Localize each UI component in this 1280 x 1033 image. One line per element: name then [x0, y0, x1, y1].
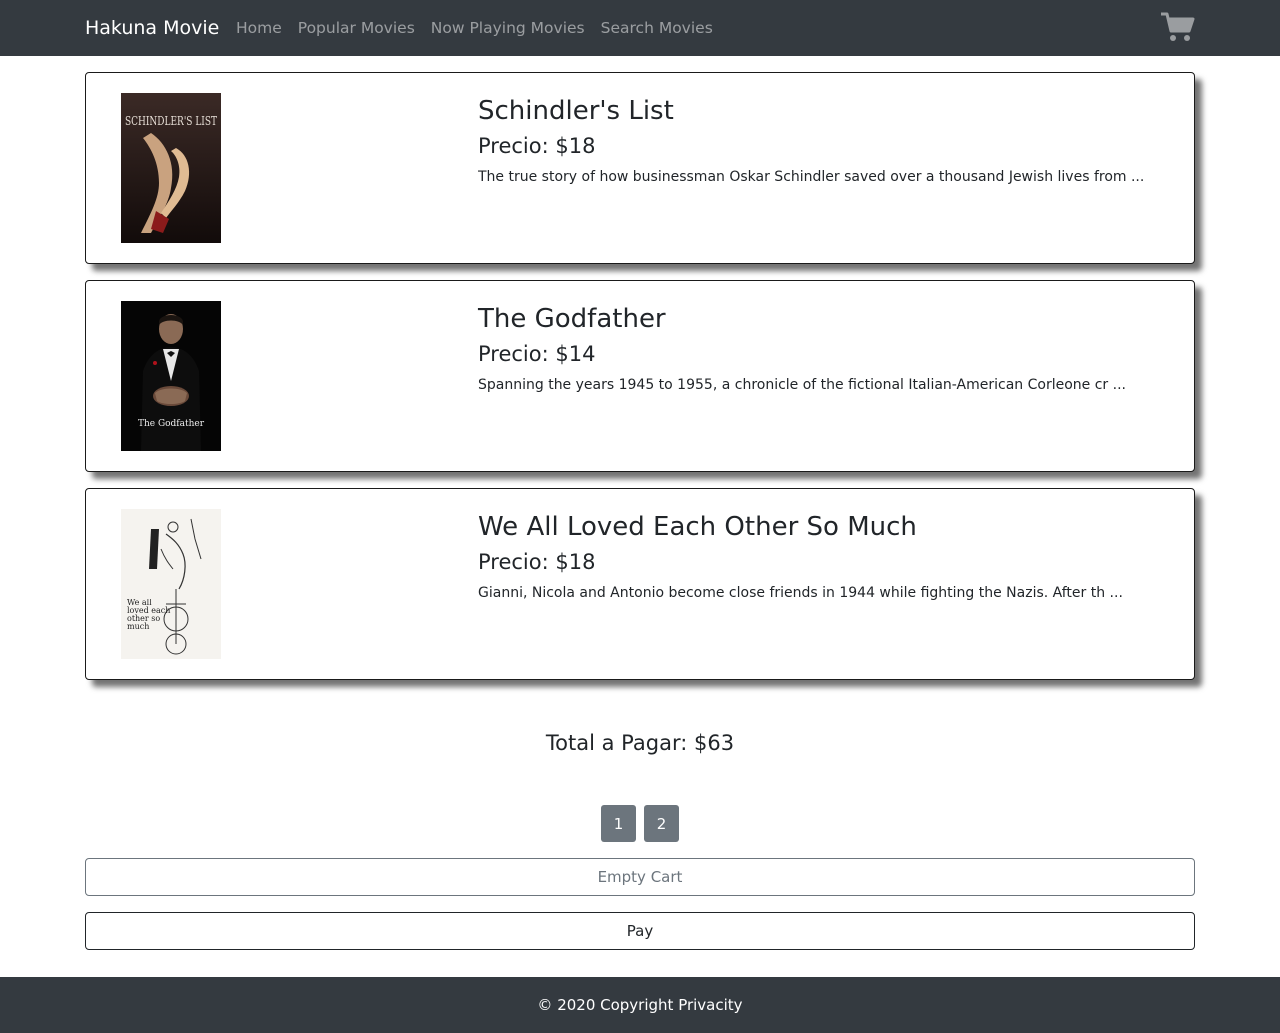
- nav-link-now-playing-movies[interactable]: Now Playing Movies: [431, 18, 585, 38]
- pagination: 1 2: [601, 805, 679, 842]
- movie-poster: SCHINDLER'S LIST: [121, 93, 221, 243]
- poster-text: We all loved each other so much: [127, 599, 171, 631]
- movie-price: Precio: $18: [478, 134, 596, 158]
- pay-button[interactable]: Pay: [85, 912, 1195, 950]
- nav-link-popular-movies[interactable]: Popular Movies: [298, 18, 415, 38]
- nav-links: Home Popular Movies Now Playing Movies S…: [236, 18, 713, 38]
- cart-item-card: We all loved each other so much We All L…: [85, 488, 1195, 680]
- card-body: We All Loved Each Other So Much Precio: …: [478, 509, 1178, 603]
- page-button-1[interactable]: 1: [601, 805, 636, 842]
- footer: © 2020 Copyright Privacity: [0, 977, 1280, 1033]
- brand-link[interactable]: Hakuna Movie: [85, 16, 219, 40]
- movie-poster: We all loved each other so much: [121, 509, 221, 659]
- cart-item-card: SCHINDLER'S LIST Schindler's List Precio…: [85, 72, 1195, 264]
- empty-cart-button[interactable]: Empty Cart: [85, 858, 1195, 896]
- total-amount: Total a Pagar: $63: [545, 731, 735, 755]
- movie-title: We All Loved Each Other So Much: [478, 512, 917, 542]
- nav-link-search-movies[interactable]: Search Movies: [601, 18, 713, 38]
- page-button-2[interactable]: 2: [644, 805, 679, 842]
- shopping-cart-icon[interactable]: [1160, 11, 1196, 43]
- card-body: Schindler's List Precio: $18 The true st…: [478, 93, 1178, 187]
- movie-description: The true story of how businessman Oskar …: [478, 169, 1145, 185]
- movie-price: Precio: $18: [478, 550, 596, 574]
- movie-description: Spanning the years 1945 to 1955, a chron…: [478, 377, 1126, 393]
- movie-title: Schindler's List: [478, 96, 674, 126]
- poster-text: The Godfather: [138, 419, 205, 429]
- movie-description: Gianni, Nicola and Antonio become close …: [478, 585, 1123, 601]
- card-body: The Godfather Precio: $14 Spanning the y…: [478, 301, 1178, 395]
- cart-item-card: The Godfather The Godfather Precio: $14 …: [85, 280, 1195, 472]
- nav-link-home[interactable]: Home: [236, 18, 282, 38]
- poster-text: SCHINDLER'S LIST: [125, 114, 217, 128]
- movie-price: Precio: $14: [478, 342, 596, 366]
- movie-title: The Godfather: [478, 304, 666, 334]
- navbar: Hakuna Movie Home Popular Movies Now Pla…: [0, 0, 1280, 56]
- footer-copyright: © 2020 Copyright Privacity: [537, 996, 743, 1014]
- movie-poster: The Godfather: [121, 301, 221, 451]
